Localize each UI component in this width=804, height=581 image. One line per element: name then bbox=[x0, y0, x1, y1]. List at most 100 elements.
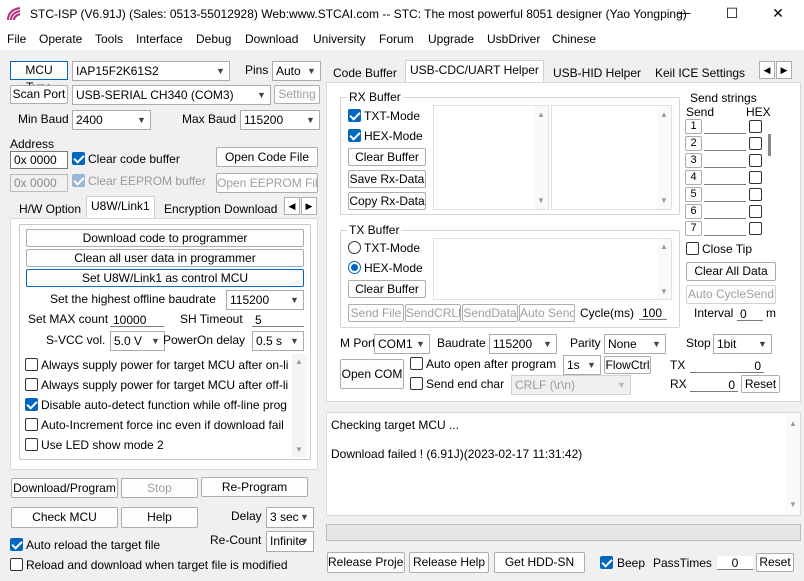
menu-usbdriver[interactable]: UsbDriver bbox=[487, 32, 540, 46]
send-string-input[interactable] bbox=[704, 120, 746, 134]
send-string-input[interactable] bbox=[704, 137, 746, 151]
auto-open-select[interactable]: 1s ▼ bbox=[563, 355, 601, 375]
rx-txt-mode-checkbox[interactable] bbox=[348, 109, 361, 122]
minimize-button[interactable]: — bbox=[672, 4, 696, 22]
clear-all-data-button[interactable]: Clear All Data bbox=[686, 262, 776, 281]
tab-scroll-right[interactable]: ▶ bbox=[301, 197, 317, 215]
close-button[interactable]: ✕ bbox=[766, 4, 790, 22]
menu-forum[interactable]: Forum bbox=[379, 32, 414, 46]
scan-port-button[interactable]: Scan Port bbox=[10, 85, 68, 104]
menu-download[interactable]: Download bbox=[245, 32, 298, 46]
send-string-hex-checkbox[interactable] bbox=[749, 120, 762, 133]
rx-hex-scrollbar[interactable]: ▲ ▼ bbox=[657, 106, 671, 209]
stop-button[interactable]: Stop bbox=[121, 478, 198, 498]
highest-baud-select[interactable]: 115200 ▼ bbox=[226, 290, 304, 310]
recount-select[interactable]: Infinite ▼ bbox=[266, 531, 314, 552]
send-string-button[interactable]: 6 bbox=[685, 204, 702, 219]
set-control-mcu-button[interactable]: Set U8W/Link1 as control MCU bbox=[26, 269, 304, 287]
save-rx-data-button[interactable]: Save Rx-Data bbox=[348, 170, 426, 188]
send-crlf-button[interactable]: SendCRLF bbox=[405, 304, 461, 322]
send-string-hex-checkbox[interactable] bbox=[749, 154, 762, 167]
copy-rx-data-button[interactable]: Copy Rx-Data bbox=[348, 192, 426, 210]
maximize-button[interactable]: ☐ bbox=[720, 4, 744, 22]
send-string-button[interactable]: 2 bbox=[685, 136, 702, 151]
option-checkbox[interactable] bbox=[25, 398, 38, 411]
check-mcu-button[interactable]: Check MCU bbox=[11, 507, 118, 528]
port-select[interactable]: USB-SERIAL CH340 (COM3) ▼ bbox=[72, 85, 271, 105]
tx-txt-mode-radio[interactable] bbox=[348, 241, 361, 254]
send-end-char-checkbox[interactable] bbox=[410, 377, 423, 390]
re-program-button[interactable]: Re-Program bbox=[201, 477, 308, 497]
tab-usb-hid-helper[interactable]: USB-HID Helper bbox=[548, 63, 646, 83]
interval-input[interactable]: 0 bbox=[737, 307, 763, 321]
delay-select[interactable]: 3 sec ▼ bbox=[266, 507, 314, 528]
tab-u8w-link1[interactable]: U8W/Link1 bbox=[86, 196, 155, 219]
option-checkbox[interactable] bbox=[25, 438, 38, 451]
open-com-button[interactable]: Open COM bbox=[340, 359, 404, 389]
tx-text-scrollbar[interactable]: ▲ ▼ bbox=[657, 239, 671, 299]
options-scrollbar[interactable]: ▲ ▼ bbox=[292, 354, 306, 457]
rx-hex-mode-checkbox[interactable] bbox=[348, 129, 361, 142]
help-button[interactable]: Help bbox=[121, 507, 198, 528]
release-project-button[interactable]: Release Project bbox=[327, 552, 405, 573]
menu-operate[interactable]: Operate bbox=[39, 32, 82, 46]
parity-select[interactable]: None ▼ bbox=[604, 334, 666, 354]
baudrate-select[interactable]: 115200 ▼ bbox=[489, 334, 557, 354]
send-string-input[interactable] bbox=[704, 205, 746, 219]
option-checkbox[interactable] bbox=[25, 358, 38, 371]
menu-interface[interactable]: Interface bbox=[136, 32, 183, 46]
tab-scroll-left[interactable]: ◀ bbox=[284, 197, 300, 215]
sh-timeout-input[interactable]: 5 bbox=[252, 313, 304, 327]
send-string-button[interactable]: 7 bbox=[685, 221, 702, 236]
clear-code-buffer-checkbox[interactable] bbox=[72, 152, 85, 165]
option-checkbox[interactable] bbox=[25, 418, 38, 431]
menu-tools[interactable]: Tools bbox=[95, 32, 123, 46]
auto-open-checkbox[interactable] bbox=[410, 357, 423, 370]
send-string-hex-checkbox[interactable] bbox=[749, 171, 762, 184]
tab-usb-cdc-uart-helper[interactable]: USB-CDC/UART Helper bbox=[405, 60, 544, 83]
svcc-select[interactable]: 5.0 V ▼ bbox=[110, 331, 165, 351]
log-scrollbar[interactable]: ▲ ▼ bbox=[786, 413, 800, 515]
rx-clear-buffer-button[interactable]: Clear Buffer bbox=[348, 148, 426, 166]
open-code-file-button[interactable]: Open Code File bbox=[216, 147, 318, 167]
send-string-input[interactable] bbox=[704, 188, 746, 202]
send-string-button[interactable]: 5 bbox=[685, 187, 702, 202]
send-string-hex-checkbox[interactable] bbox=[749, 222, 762, 235]
reload-download-checkbox[interactable] bbox=[10, 558, 23, 571]
pass-times-reset-button[interactable]: Reset bbox=[756, 553, 794, 572]
send-data-button[interactable]: SendData bbox=[462, 304, 518, 322]
stop-bits-select[interactable]: 1bit ▼ bbox=[713, 334, 772, 354]
poweron-delay-select[interactable]: 0.5 s ▼ bbox=[252, 331, 304, 351]
download-program-button[interactable]: Download/Program bbox=[11, 478, 118, 498]
send-string-button[interactable]: 4 bbox=[685, 170, 702, 185]
send-string-button[interactable]: 1 bbox=[685, 119, 702, 134]
send-strings-scrollbar[interactable] bbox=[768, 134, 771, 156]
menu-upgrade[interactable]: Upgrade bbox=[428, 32, 474, 46]
log-area[interactable]: Checking target MCU ... Download failed … bbox=[326, 412, 801, 516]
send-string-hex-checkbox[interactable] bbox=[749, 137, 762, 150]
clear-eeprom-buffer-checkbox[interactable] bbox=[72, 174, 85, 187]
auto-reload-checkbox[interactable] bbox=[10, 538, 23, 551]
menu-chinese[interactable]: Chinese bbox=[552, 32, 596, 46]
menu-university[interactable]: University bbox=[313, 32, 366, 46]
counter-reset-button[interactable]: Reset bbox=[741, 375, 780, 393]
option-checkbox[interactable] bbox=[25, 378, 38, 391]
right-tab-scroll-right[interactable]: ▶ bbox=[776, 61, 792, 79]
right-tab-scroll-left[interactable]: ◀ bbox=[759, 61, 775, 79]
release-help-button[interactable]: Release Help bbox=[409, 552, 489, 573]
rx-text-area[interactable] bbox=[433, 105, 549, 210]
tab-hw-option[interactable]: H/W Option bbox=[14, 199, 86, 219]
pins-select[interactable]: Auto ▼ bbox=[272, 61, 321, 81]
menu-file[interactable]: File bbox=[7, 32, 26, 46]
max-count-input[interactable]: 10000 bbox=[110, 313, 164, 327]
tx-hex-mode-radio[interactable] bbox=[348, 261, 361, 274]
menu-debug[interactable]: Debug bbox=[196, 32, 231, 46]
get-hdd-sn-button[interactable]: Get HDD-SN bbox=[494, 552, 585, 573]
setting-button[interactable]: Setting bbox=[274, 85, 320, 104]
send-string-input[interactable] bbox=[704, 154, 746, 168]
auto-send-button[interactable]: Auto Send bbox=[519, 304, 575, 322]
send-string-input[interactable] bbox=[704, 222, 746, 236]
open-eeprom-file-button[interactable]: Open EEPROM File bbox=[216, 173, 318, 193]
clean-user-data-button[interactable]: Clean all user data in programmer bbox=[26, 249, 304, 267]
min-baud-select[interactable]: 2400 ▼ bbox=[72, 110, 151, 130]
